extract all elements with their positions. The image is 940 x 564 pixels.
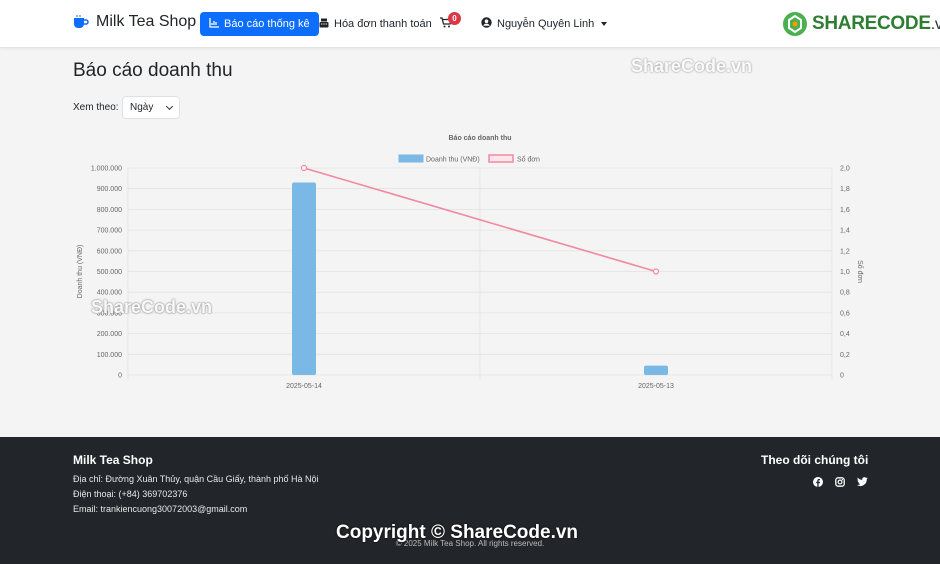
- sharecode-logo-text: SHARECODE.vn: [812, 13, 940, 34]
- y2-axis-title: Số đơn: [856, 260, 865, 283]
- y-tick-label: 800.000: [97, 207, 122, 214]
- cart-count-badge: 0: [448, 12, 461, 25]
- user-circle-icon: [481, 17, 492, 31]
- y-tick-label: 200.000: [97, 331, 122, 338]
- watermark-copyright: Copyright © ShareCode.vn: [336, 522, 579, 543]
- footer-title: Milk Tea Shop: [73, 453, 153, 467]
- y2-tick-label: 1,4: [840, 228, 850, 235]
- bar-revenue: [644, 365, 668, 375]
- instagram-icon[interactable]: [835, 474, 845, 492]
- legend-label-orders: Số đơn: [517, 155, 540, 164]
- view-by-value: Ngày: [130, 102, 154, 113]
- x-tick-label: 2025-05-13: [638, 383, 674, 390]
- legend-swatch-orders: [488, 154, 514, 163]
- nav-invoice-link[interactable]: Hóa đơn thanh toán: [319, 12, 432, 36]
- brand-link[interactable]: Milk Tea Shop: [73, 13, 196, 31]
- social-links: [813, 474, 868, 492]
- watermark-text: ShareCode.vn: [631, 56, 753, 76]
- caret-down-icon: [601, 22, 608, 26]
- y-tick-label: 100.000: [97, 352, 122, 359]
- view-by-select[interactable]: Ngày: [122, 96, 180, 119]
- footer-email: Email: trankiencuong30072003@gmail.com: [73, 504, 248, 514]
- bar-revenue: [292, 182, 316, 375]
- y-tick-label: 700.000: [97, 228, 122, 235]
- footer-address: Địa chỉ: Đường Xuân Thủy, quận Cầu Giấy,…: [73, 474, 319, 484]
- twitter-icon[interactable]: [857, 474, 868, 492]
- brand-name: Milk Tea Shop: [96, 13, 197, 30]
- y2-tick-label: 1,2: [840, 248, 850, 255]
- y2-tick-label: 1,6: [840, 207, 850, 214]
- user-menu-dropdown[interactable]: Nguyễn Quyên Linh: [481, 12, 608, 36]
- sharecode-logo-icon: [783, 12, 807, 36]
- cup-icon: [73, 15, 89, 29]
- nav-report-label: Báo cáo thống kê: [224, 18, 310, 30]
- chart-title: Báo cáo doanh thu: [449, 135, 512, 142]
- y-tick-label: 500.000: [97, 269, 122, 276]
- sharecode-logo: SHARECODE.vn: [782, 11, 940, 37]
- chart-icon: [209, 17, 219, 31]
- nav-report-button[interactable]: Báo cáo thống kê: [200, 12, 319, 36]
- page-title: Báo cáo doanh thu: [73, 60, 233, 81]
- y2-tick-label: 0: [840, 373, 844, 380]
- facebook-icon[interactable]: [813, 474, 823, 492]
- y2-tick-label: 0,8: [840, 290, 850, 297]
- y2-tick-label: 0,6: [840, 310, 850, 317]
- point-orders: [652, 268, 660, 275]
- nav-invoice-label: Hóa đơn thanh toán: [334, 18, 432, 30]
- y-axis-title: Doanh thu (VNĐ): [77, 245, 84, 299]
- footer-phone: Điện thoại: (+84) 369702376: [73, 489, 188, 499]
- y2-tick-label: 1,8: [840, 186, 850, 193]
- filter-label: Xem theo:: [73, 102, 119, 113]
- footer: Milk Tea Shop Địa chỉ: Đường Xuân Thủy, …: [0, 437, 940, 564]
- chevron-down-icon: [165, 102, 174, 110]
- y-tick-label: 0: [118, 373, 122, 380]
- legend-label-revenue: Doanh thu (VNĐ): [426, 157, 480, 164]
- x-tick-label: 2025-05-14: [286, 383, 322, 390]
- y-tick-label: 400.000: [97, 290, 122, 297]
- y2-tick-label: 0,2: [840, 352, 850, 359]
- y2-tick-label: 2,0: [840, 166, 850, 173]
- watermark-text: ShareCode.vn: [91, 297, 213, 317]
- legend-swatch-revenue: [398, 154, 424, 163]
- y2-tick-label: 0,4: [840, 331, 850, 338]
- user-name: Nguyễn Quyên Linh: [497, 18, 595, 30]
- point-orders: [300, 164, 308, 172]
- footer-follow-title: Theo dõi chúng tôi: [761, 453, 869, 467]
- y-tick-label: 900.000: [97, 186, 122, 193]
- cash-register-icon: [319, 18, 329, 31]
- y-tick-label: 600.000: [97, 248, 122, 255]
- y-tick-label: 1.000.000: [91, 166, 122, 173]
- top-navbar: Milk Tea Shop Báo cáo thống kê Hóa đơn t…: [0, 0, 940, 48]
- revenue-chart: Báo cáo doanh thu Doanh thu (VNĐ) Số đơn 0 0…: [77, 135, 865, 390]
- y2-tick-label: 1,0: [840, 269, 850, 276]
